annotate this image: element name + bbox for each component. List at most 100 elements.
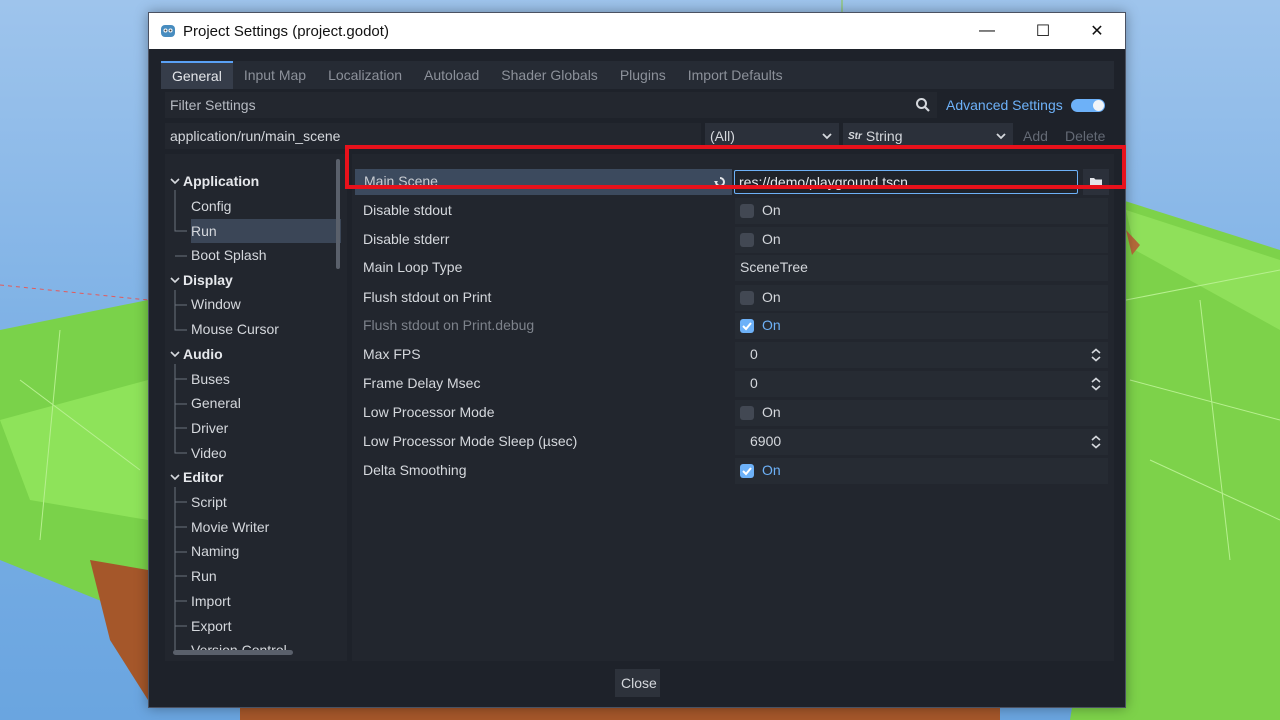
chevron-down-icon bbox=[170, 277, 180, 284]
tree-section-audio[interactable]: Audio bbox=[165, 342, 223, 366]
chevron-down-icon bbox=[170, 474, 180, 481]
tree-item-window[interactable]: Window bbox=[191, 292, 241, 316]
checkbox-checked[interactable] bbox=[740, 464, 754, 478]
sidebar-scrollbar[interactable] bbox=[336, 159, 340, 269]
property-row-main-loop-type: Main Loop Type SceneTree bbox=[355, 254, 1109, 282]
number-value: 0 bbox=[750, 375, 758, 391]
tab-plugins[interactable]: Plugins bbox=[609, 61, 677, 89]
tree-item-driver[interactable]: Driver bbox=[191, 416, 228, 440]
checkbox[interactable] bbox=[740, 291, 754, 305]
tree-item-script[interactable]: Script bbox=[191, 490, 227, 514]
property-value[interactable]: On bbox=[735, 400, 1108, 426]
tab-autoload[interactable]: Autoload bbox=[413, 61, 490, 89]
sidebar-horizontal-scrollbar[interactable] bbox=[173, 650, 293, 655]
search-icon[interactable] bbox=[915, 97, 931, 113]
tree-item-run[interactable]: Run bbox=[191, 219, 341, 243]
tab-input-map[interactable]: Input Map bbox=[233, 61, 317, 89]
type-select-value: String bbox=[865, 128, 903, 144]
tree-section-application[interactable]: Application bbox=[165, 169, 259, 193]
revert-icon[interactable] bbox=[713, 175, 727, 189]
property-value[interactable]: On bbox=[735, 198, 1108, 224]
property-label: Flush stdout on Print.debug bbox=[363, 317, 535, 333]
chevron-down-icon bbox=[170, 178, 180, 185]
property-value[interactable]: On bbox=[735, 313, 1108, 339]
type-select[interactable]: Str String bbox=[843, 123, 1013, 149]
tree-item-import[interactable]: Import bbox=[191, 589, 231, 613]
checkbox[interactable] bbox=[740, 204, 754, 218]
close-button[interactable]: Close bbox=[615, 669, 660, 697]
property-path-input[interactable] bbox=[165, 123, 701, 149]
property-row-flush-stdout-debug: Flush stdout on Print.debug On bbox=[355, 312, 1109, 340]
tree-section-label: Audio bbox=[183, 346, 223, 362]
tree-item-label: Naming bbox=[191, 543, 240, 559]
filter-settings-input[interactable] bbox=[165, 92, 937, 118]
property-value[interactable]: On bbox=[735, 458, 1108, 484]
property-value[interactable]: On bbox=[735, 227, 1108, 253]
spinner-arrows-icon[interactable] bbox=[1090, 377, 1102, 391]
string-type-icon: Str bbox=[848, 130, 862, 142]
property-row-flush-stdout: Flush stdout on Print On bbox=[355, 284, 1109, 312]
minimize-button[interactable]: — bbox=[959, 13, 1015, 49]
tree-item-label: Mouse Cursor bbox=[191, 321, 279, 337]
property-label: Main Loop Type bbox=[363, 259, 463, 275]
property-label: Flush stdout on Print bbox=[363, 289, 492, 305]
delete-button[interactable]: Delete bbox=[1065, 128, 1105, 144]
property-value[interactable]: On bbox=[735, 285, 1108, 311]
toggle-knob bbox=[1093, 100, 1104, 111]
tree-item-label: Config bbox=[191, 198, 232, 214]
title-bar[interactable]: Project Settings (project.godot) — ☐ ✕ bbox=[149, 13, 1125, 49]
tree-item-movie-writer[interactable]: Movie Writer bbox=[191, 515, 269, 539]
spinner-arrows-icon[interactable] bbox=[1090, 435, 1102, 449]
tree-section-label: Display bbox=[183, 272, 233, 288]
spinner-arrows-icon[interactable] bbox=[1090, 348, 1102, 362]
property-row-disable-stderr: Disable stderr On bbox=[355, 226, 1109, 254]
main-scene-input[interactable] bbox=[734, 170, 1078, 194]
tree-section-label: Editor bbox=[183, 469, 224, 485]
tree-item-config[interactable]: Config bbox=[191, 194, 231, 218]
property-value[interactable]: 0 bbox=[735, 371, 1108, 397]
tab-shader-globals[interactable]: Shader Globals bbox=[490, 61, 609, 89]
tree-item-label: Buses bbox=[191, 371, 230, 387]
folder-icon bbox=[1090, 178, 1102, 187]
tree-section-display[interactable]: Display bbox=[165, 268, 233, 292]
tree-item-video[interactable]: Video bbox=[191, 441, 227, 465]
tree-section-label: Application bbox=[183, 173, 260, 189]
tree-section-editor[interactable]: Editor bbox=[165, 465, 223, 489]
tree-item-editor-run[interactable]: Run bbox=[191, 564, 217, 588]
tree-item-buses[interactable]: Buses bbox=[191, 367, 230, 391]
checkbox-checked[interactable] bbox=[740, 319, 754, 333]
property-value[interactable]: 6900 bbox=[735, 429, 1108, 455]
tree-item-mouse-cursor[interactable]: Mouse Cursor bbox=[191, 317, 279, 341]
property-value[interactable]: SceneTree bbox=[735, 255, 1108, 281]
check-icon bbox=[742, 322, 752, 331]
tree-item-export[interactable]: Export bbox=[191, 614, 231, 638]
tab-import-defaults[interactable]: Import Defaults bbox=[677, 61, 794, 89]
advanced-settings-label: Advanced Settings bbox=[946, 97, 1063, 113]
checkbox[interactable] bbox=[740, 233, 754, 247]
advanced-settings-toggle[interactable] bbox=[1071, 99, 1105, 112]
checkbox-label: On bbox=[762, 231, 781, 247]
folder-browse-button[interactable] bbox=[1083, 169, 1109, 195]
checkbox-label: On bbox=[762, 202, 781, 218]
tree-item-label: Window bbox=[191, 296, 241, 312]
tab-localization[interactable]: Localization bbox=[317, 61, 413, 89]
property-label: Low Processor Mode Sleep (µsec) bbox=[363, 433, 578, 449]
tree-item-boot-splash[interactable]: Boot Splash bbox=[191, 243, 267, 267]
checkbox[interactable] bbox=[740, 406, 754, 420]
number-value: 6900 bbox=[750, 433, 782, 449]
add-button[interactable]: Add bbox=[1023, 128, 1048, 144]
property-value[interactable]: 0 bbox=[735, 342, 1108, 368]
tree-item-naming[interactable]: Naming bbox=[191, 539, 239, 563]
property-label: Delta Smoothing bbox=[363, 462, 467, 478]
checkbox-label: On bbox=[762, 404, 781, 420]
close-window-button[interactable]: ✕ bbox=[1069, 13, 1125, 49]
tree-item-general[interactable]: General bbox=[191, 391, 241, 415]
category-select[interactable]: (All) bbox=[705, 123, 839, 149]
checkbox-label: On bbox=[762, 289, 781, 305]
category-select-value: (All) bbox=[710, 128, 735, 144]
property-label: Max FPS bbox=[363, 346, 421, 362]
maximize-button[interactable]: ☐ bbox=[1015, 13, 1071, 49]
tab-general[interactable]: General bbox=[161, 61, 233, 89]
property-row-frame-delay: Frame Delay Msec 0 bbox=[355, 370, 1109, 398]
settings-tree: Application Config Run Boot Splash Displ… bbox=[165, 154, 347, 661]
